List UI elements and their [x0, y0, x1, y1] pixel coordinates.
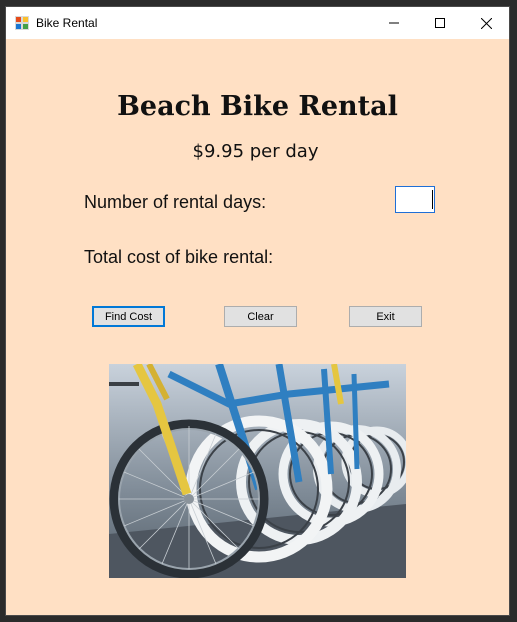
maximize-icon [435, 18, 445, 28]
app-icon [15, 16, 29, 30]
maximize-button[interactable] [417, 7, 463, 39]
form-client-area: Beach Bike Rental $9.95 per day Number o… [6, 39, 509, 615]
page-title: Beach Bike Rental [117, 91, 398, 122]
text-caret [432, 190, 433, 209]
minimize-icon [389, 22, 399, 24]
minimize-button[interactable] [371, 7, 417, 39]
clear-button[interactable]: Clear [224, 306, 297, 327]
title-bar[interactable]: Bike Rental [6, 7, 509, 39]
find-cost-button[interactable]: Find Cost [92, 306, 165, 327]
bicycles-photo [109, 364, 406, 578]
close-icon [480, 17, 492, 29]
total-cost-label: Total cost of bike rental: [84, 247, 274, 267]
close-button[interactable] [463, 7, 509, 39]
exit-button[interactable]: Exit [349, 306, 422, 327]
rate-label: $9.95 per day [192, 141, 319, 162]
rental-days-label: Number of rental days: [84, 192, 267, 212]
rental-days-input[interactable] [395, 186, 435, 213]
window-title: Bike Rental [36, 16, 98, 30]
bike-rental-window: Bike Rental Beach Bike Rental $9.95 per … [5, 6, 510, 616]
